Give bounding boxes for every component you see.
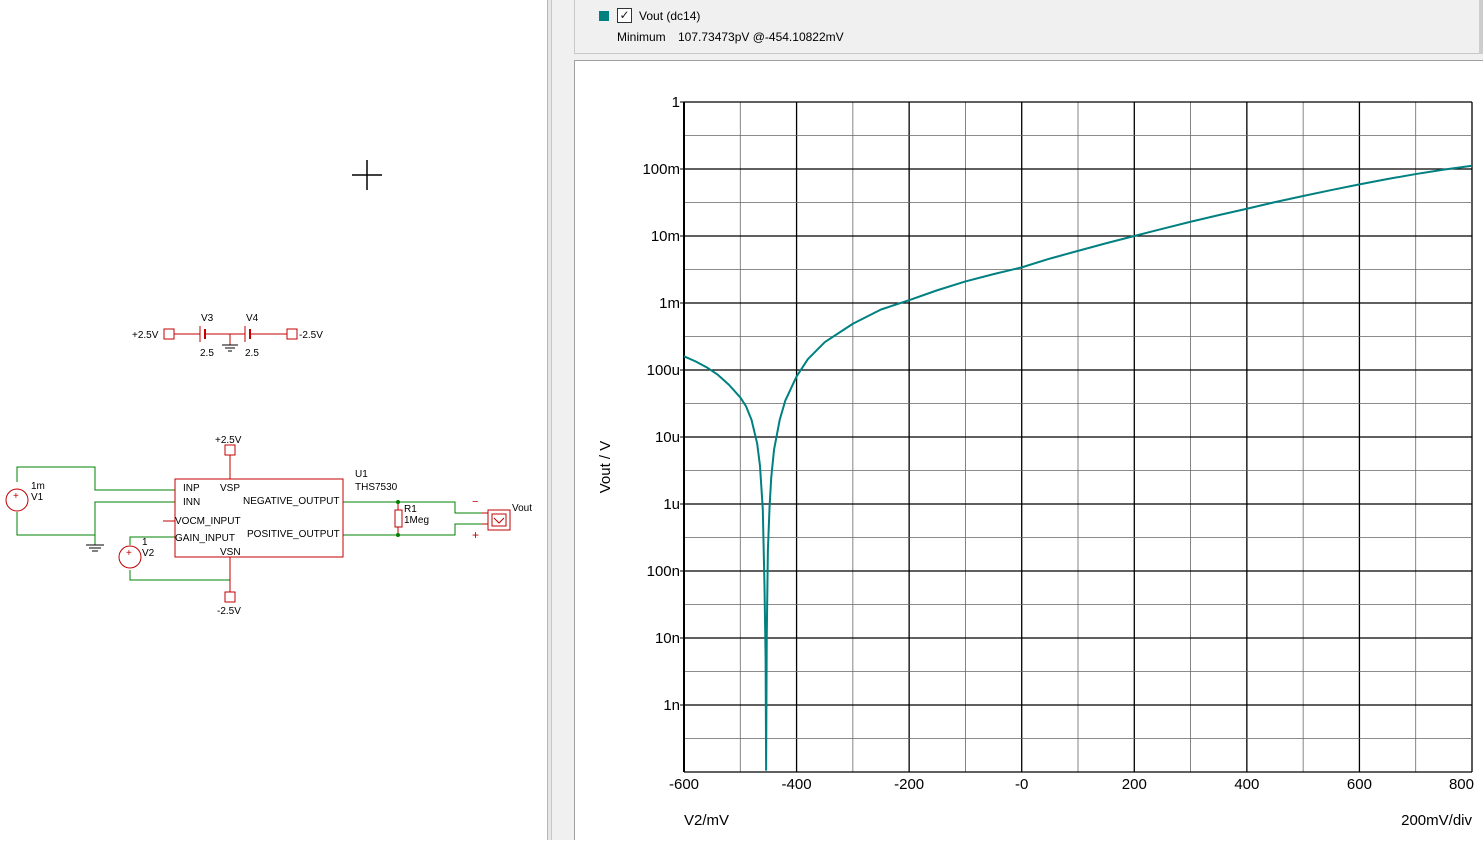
x-tick-label: -0 (1015, 776, 1028, 793)
y-tick-label: 1m (659, 295, 680, 312)
vsp-terminal[interactable] (224, 444, 236, 456)
minimum-value: 107.73473pV @-454.10822mV (678, 30, 844, 44)
x-tick-label: -200 (894, 776, 924, 793)
x-tick-label: 800 (1449, 776, 1474, 793)
vsn-supply-label: -2.5V (217, 606, 241, 617)
v1-source[interactable]: + 1m V1 (5, 481, 45, 512)
v1-value: 1m (31, 481, 45, 492)
vsp-supply-label: +2.5V (215, 435, 242, 446)
pin-negative-output: NEGATIVE_OUTPUT (243, 496, 340, 507)
y-tick-label: 1n (663, 697, 680, 714)
v4-name: V4 (246, 313, 259, 324)
r1-value: 1Meg (404, 515, 429, 526)
grid (683, 101, 1473, 773)
plot-area[interactable]: 1 100m 10m 1m 100u 10u 1u 100n 10n 1n -600 -400 -200… (574, 60, 1483, 840)
u1-ref: U1 (355, 469, 368, 480)
x-tick-label: 400 (1234, 776, 1259, 793)
y-tick-label: 10u (655, 429, 680, 446)
pos-supply-terminal[interactable] (163, 328, 175, 340)
pin-inp: INP (183, 483, 200, 494)
y-tick-label: 100u (647, 362, 680, 379)
v2-name: V2 (142, 548, 155, 559)
vsn-terminal[interactable] (224, 591, 236, 603)
y-tick-label: 1u (663, 496, 680, 513)
legend-panel: ✓ Vout (dc14) Minimum 107.73473pV @-454.… (574, 0, 1480, 54)
x-tick-label: 200 (1122, 776, 1147, 793)
u1-part: THS7530 (355, 482, 398, 493)
probe-plus: + (472, 528, 479, 542)
pin-vsp: VSP (220, 483, 240, 494)
y-tick-label: 100n (647, 563, 680, 580)
svg-text:+: + (13, 491, 19, 502)
chart-canvas[interactable]: 1 100m 10m 1m 100u 10u 1u 100n 10n 1n -600 -400 -200… (575, 61, 1483, 841)
v2-value: 1 (142, 537, 148, 548)
pin-vsn: VSN (220, 547, 241, 558)
neg-supply-terminal[interactable] (286, 328, 298, 340)
x-scale-label: 200mV/div (1401, 812, 1472, 829)
r1-resistor[interactable]: R1 1Meg (394, 500, 429, 537)
trace-name: Vout (dc14) (639, 9, 701, 23)
pin-positive-output: POSITIVE_OUTPUT (247, 529, 340, 540)
pin-gain-input: GAIN_INPUT (175, 533, 235, 544)
x-tick-label: 600 (1347, 776, 1372, 793)
x-tick-label: -400 (782, 776, 812, 793)
schematic-pane[interactable]: +2.5V -2.5V V3 2.5 V4 2.5 + 1m V1 + 1 V2… (0, 0, 547, 840)
probe-label: Vout (512, 503, 532, 514)
v3-value: 2.5 (200, 348, 214, 359)
crosshair-cursor (352, 160, 382, 190)
graph-pane: ✓ Vout (dc14) Minimum 107.73473pV @-454.… (552, 0, 1483, 840)
y-tick-label: 10n (655, 630, 680, 647)
schematic-canvas[interactable]: +2.5V -2.5V V3 2.5 V4 2.5 + 1m V1 + 1 V2… (0, 0, 547, 840)
vout-probe[interactable]: − + Vout (472, 496, 532, 542)
v3-name: V3 (201, 313, 214, 324)
supply-sources[interactable]: +2.5V -2.5V V3 2.5 V4 2.5 (132, 313, 323, 359)
minimum-label: Minimum (617, 30, 666, 44)
v2-source[interactable]: + 1 V2 (118, 537, 155, 569)
pos-supply-label: +2.5V (132, 330, 159, 341)
u1-amplifier[interactable]: +2.5V -2.5V INP INN VOCM_INPUT GAIN_INPU… (163, 435, 398, 617)
y-tick-label: 100m (642, 161, 680, 178)
trace-visible-checkbox[interactable]: ✓ (617, 8, 632, 23)
pin-inn: INN (183, 497, 200, 508)
y-tick-label: 10m (651, 228, 680, 245)
y-axis-label: Vout / V (597, 441, 614, 494)
legend-scrollbar[interactable] (1479, 0, 1483, 54)
x-axis-label: V2/mV (684, 812, 729, 829)
y-tick-label: 1 (672, 94, 680, 111)
svg-text:+: + (126, 548, 132, 559)
probe-minus: − (472, 496, 478, 508)
v4-value: 2.5 (245, 348, 259, 359)
pin-vocm-input: VOCM_INPUT (175, 516, 241, 527)
r1-name: R1 (404, 504, 417, 515)
v1-name: V1 (31, 492, 44, 503)
trace-color-swatch (599, 11, 609, 21)
x-tick-label: -600 (669, 776, 699, 793)
neg-supply-label: -2.5V (299, 330, 323, 341)
ground-symbol (86, 544, 104, 552)
